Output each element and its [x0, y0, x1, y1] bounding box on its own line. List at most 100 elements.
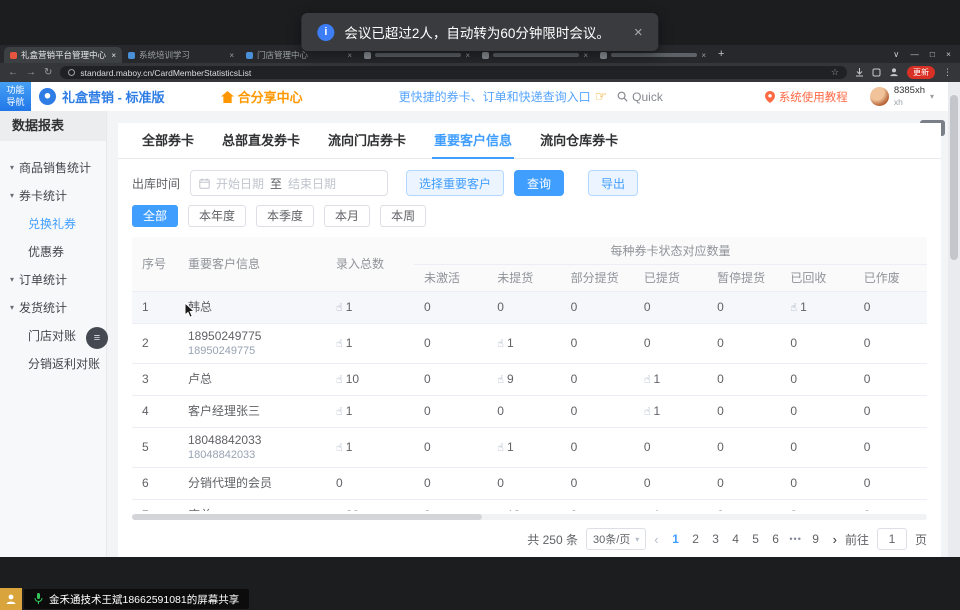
tab-close-icon[interactable]: × — [701, 51, 706, 60]
function-nav-button[interactable]: 功能 导航 — [0, 82, 31, 111]
count-wrapper[interactable]: ☝18 — [497, 508, 520, 511]
window-close-button[interactable]: × — [946, 49, 951, 59]
count-wrapper[interactable]: ☝20 — [336, 508, 359, 511]
select-customer-button[interactable]: 选择重要客户 — [406, 170, 504, 196]
quick-filter-chip[interactable]: 本年度 — [188, 205, 246, 227]
row-index: 1 — [132, 291, 178, 323]
tab-close-icon[interactable]: × — [229, 51, 234, 60]
table-row[interactable]: 7唐总☝200☝180☝1000 — [132, 499, 927, 511]
prev-page-button[interactable]: ‹ — [654, 532, 658, 547]
quick-filter-chip[interactable]: 本周 — [380, 205, 426, 227]
bookmark-star-icon[interactable]: ☆ — [831, 67, 839, 78]
promo-text: 更快捷的券卡、订单和快递查询入口 — [399, 88, 591, 105]
page-number-button[interactable]: 3 — [707, 532, 725, 546]
extensions-icon[interactable] — [872, 64, 881, 82]
content-tab[interactable]: 总部直发券卡 — [208, 123, 314, 159]
count-wrapper[interactable]: ☝1 — [790, 300, 806, 314]
tab-close-icon[interactable]: × — [111, 51, 116, 60]
sidebar-item[interactable]: ▾订单统计 — [0, 265, 106, 293]
table-row[interactable]: 21895024977518950249775☝10☝100000 — [132, 323, 927, 363]
goto-page-input[interactable]: 1 — [877, 528, 907, 550]
quick-search[interactable]: Quick — [617, 90, 663, 104]
quick-filter-chip[interactable]: 本季度 — [256, 205, 314, 227]
count-wrapper[interactable]: ☝1 — [644, 404, 660, 418]
sidebar-item[interactable]: ▾券卡统计 — [0, 181, 106, 209]
quick-filter-chip[interactable]: 本月 — [324, 205, 370, 227]
page-size-select[interactable]: 30条/页 ▾ — [586, 528, 646, 550]
row-index: 5 — [132, 427, 178, 467]
count-wrapper[interactable]: ☝1 — [644, 508, 660, 511]
table-row[interactable]: 51804884203318048842033☝10☝100000 — [132, 427, 927, 467]
minimize-button[interactable]: — — [910, 49, 919, 59]
content-tab[interactable]: 全部券卡 — [128, 123, 208, 159]
count-cell: ☝1 — [326, 291, 414, 323]
horizontal-scrollbar[interactable] — [132, 514, 927, 520]
tab-title: 系统培训学习 — [139, 49, 225, 61]
page-number-button[interactable]: 4 — [727, 532, 745, 546]
count-value: 0 — [717, 440, 724, 454]
tab-close-icon[interactable]: × — [347, 51, 352, 60]
page-number-button[interactable]: 6 — [767, 532, 785, 546]
browser-menu-icon[interactable]: ⋮ — [943, 67, 952, 78]
browser-tab[interactable]: 礼盒营销平台管理中心× — [4, 47, 122, 63]
table-row[interactable]: 3卢总☝100☝90☝1000 — [132, 363, 927, 395]
reload-button[interactable]: ↻ — [44, 67, 52, 78]
export-button[interactable]: 导出 — [588, 170, 638, 196]
profile-icon[interactable] — [889, 64, 899, 82]
table-row[interactable]: 4客户经理张三☝1000☝1000 — [132, 395, 927, 427]
floating-menu-widget[interactable]: ≡ — [86, 327, 108, 349]
count-wrapper: 0 — [571, 404, 578, 418]
count-wrapper[interactable]: ☝1 — [336, 336, 352, 350]
count-wrapper[interactable]: ☝1 — [336, 404, 352, 418]
tab-search-icon[interactable]: ∨ — [893, 49, 899, 60]
count-wrapper[interactable]: ☝1 — [497, 336, 513, 350]
date-range-input[interactable]: 开始日期 至 结束日期 — [190, 170, 388, 196]
tab-close-icon[interactable]: × — [465, 51, 470, 60]
click-hand-icon: ☝ — [644, 373, 651, 386]
sidebar-item[interactable]: ▾发货统计 — [0, 293, 106, 321]
content-tab[interactable]: 流向门店券卡 — [314, 123, 420, 159]
tab-close-icon[interactable]: × — [583, 51, 588, 60]
share-center-link[interactable]: 合分享中心 — [221, 87, 303, 106]
sidebar-item[interactable]: 分销返利对账 — [0, 349, 106, 377]
new-tab-button[interactable]: + — [718, 48, 724, 60]
vertical-scrollbar-thumb[interactable] — [950, 95, 958, 260]
content-tab[interactable]: 流向仓库券卡 — [526, 123, 632, 159]
toast-close-icon[interactable]: × — [634, 24, 643, 41]
maximize-button[interactable]: □ — [930, 49, 935, 59]
count-cell: ☝1 — [634, 499, 707, 511]
count-wrapper[interactable]: ☝10 — [336, 372, 359, 386]
table-row[interactable]: 1韩总☝100000☝10 — [132, 291, 927, 323]
content-tab[interactable]: 重要客户信息 — [420, 123, 526, 159]
chevron-down-icon: ▾ — [930, 92, 934, 101]
count-value: 0 — [424, 300, 431, 314]
count-wrapper[interactable]: ☝1 — [644, 372, 660, 386]
user-menu[interactable]: 8385xh xh ▾ — [870, 86, 934, 107]
page-number-button[interactable]: 5 — [747, 532, 765, 546]
download-icon[interactable] — [855, 64, 864, 82]
query-button[interactable]: 查询 — [514, 170, 564, 196]
next-page-button[interactable]: › — [833, 532, 837, 547]
chrome-update-button[interactable]: 更新 — [907, 66, 935, 79]
tutorial-link[interactable]: 系统使用教程 — [765, 89, 848, 105]
count-wrapper[interactable]: ☝1 — [336, 300, 352, 314]
forward-button[interactable]: → — [26, 67, 36, 78]
count-value: 0 — [790, 336, 797, 350]
page-number-button[interactable]: 1 — [667, 532, 685, 546]
horizontal-scrollbar-thumb[interactable] — [132, 514, 482, 520]
sidebar-item[interactable]: 兑换礼券 — [0, 209, 106, 237]
count-wrapper[interactable]: ☝1 — [497, 440, 513, 454]
count-wrapper[interactable]: ☝1 — [336, 440, 352, 454]
status-column-header: 未提货 — [487, 264, 560, 291]
back-button[interactable]: ← — [8, 67, 18, 78]
table-row[interactable]: 6分销代理的会员00000000 — [132, 467, 927, 499]
page-number-button[interactable]: 2 — [687, 532, 705, 546]
page-number-button[interactable]: 9 — [807, 532, 825, 546]
sidebar-item[interactable]: 优惠券 — [0, 237, 106, 265]
site-info-icon[interactable] — [68, 69, 75, 76]
count-wrapper[interactable]: ☝9 — [497, 372, 513, 386]
sidebar-item[interactable]: ▾商品销售统计 — [0, 153, 106, 181]
url-field[interactable]: standard.maboy.cn/CardMemberStatisticsLi… — [60, 66, 847, 79]
quick-filter-chip[interactable]: 全部 — [132, 205, 178, 227]
browser-tab[interactable]: 系统培训学习 × — [122, 47, 240, 63]
